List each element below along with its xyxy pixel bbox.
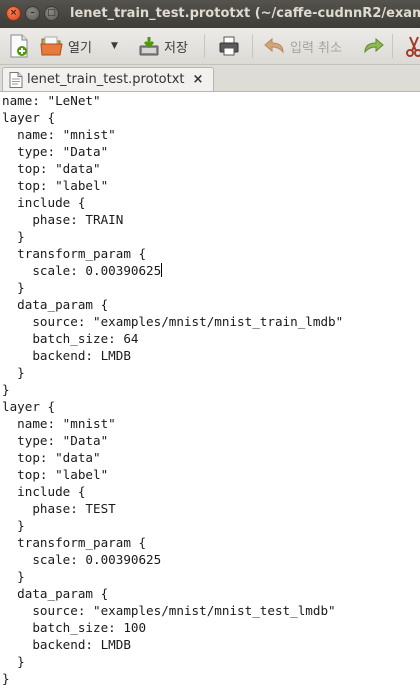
code-line[interactable]: batch_size: 100 — [2, 619, 420, 636]
minimize-window-button[interactable]: – — [25, 6, 40, 21]
code-line[interactable]: name: "mnist" — [2, 126, 420, 143]
code-line[interactable]: type: "Data" — [2, 432, 420, 449]
code-line[interactable]: } — [2, 517, 420, 534]
tab-strip: lenet_train_test.prototxt × — [0, 65, 420, 92]
code-line[interactable]: top: "label" — [2, 466, 420, 483]
code-line[interactable]: } — [2, 653, 420, 670]
code-line[interactable]: include { — [2, 483, 420, 500]
code-line[interactable]: } — [2, 279, 420, 296]
code-line[interactable]: } — [2, 228, 420, 245]
tab-label: lenet_train_test.prototxt — [27, 72, 185, 87]
code-line[interactable]: data_param { — [2, 585, 420, 602]
undo-label: 입력 취소 — [290, 40, 342, 56]
code-line[interactable]: top: "label" — [2, 177, 420, 194]
save-button[interactable]: 저장 — [138, 34, 188, 58]
maximize-window-button[interactable]: □ — [44, 6, 59, 21]
text-file-icon — [9, 71, 23, 88]
code-line[interactable]: name: "mnist" — [2, 415, 420, 432]
code-line[interactable]: } — [2, 670, 420, 685]
code-line[interactable]: backend: LMDB — [2, 347, 420, 364]
tab-lenet-train-test[interactable]: lenet_train_test.prototxt × — [2, 67, 214, 91]
code-line[interactable]: phase: TRAIN — [2, 211, 420, 228]
code-line[interactable]: type: "Data" — [2, 143, 420, 160]
code-line[interactable]: } — [2, 364, 420, 381]
printer-icon — [219, 36, 239, 56]
print-button[interactable] — [218, 34, 240, 58]
code-content[interactable]: name: "LeNet" layer { name: "mnist" type:… — [0, 92, 420, 685]
text-editor[interactable]: name: "LeNet" layer { name: "mnist" type:… — [0, 92, 420, 685]
new-document-icon — [10, 34, 28, 58]
close-window-button[interactable]: × — [6, 6, 21, 21]
code-line[interactable]: source: "examples/mnist/mnist_test_lmdb" — [2, 602, 420, 619]
code-line[interactable]: layer { — [2, 109, 420, 126]
code-line[interactable]: backend: LMDB — [2, 636, 420, 653]
cut-button[interactable] — [404, 34, 420, 58]
toolbar: 열기 ▼ 저장 입력 취소 — [0, 28, 420, 65]
code-line[interactable]: transform_param { — [2, 245, 420, 262]
code-line[interactable]: top: "data" — [2, 160, 420, 177]
open-button[interactable]: 열기 — [40, 34, 92, 58]
new-document-button[interactable] — [8, 34, 30, 58]
code-line[interactable]: name: "LeNet" — [2, 92, 420, 109]
code-line[interactable]: } — [2, 568, 420, 585]
code-line[interactable]: include { — [2, 194, 420, 211]
code-line[interactable]: layer { — [2, 398, 420, 415]
code-line[interactable]: transform_param { — [2, 534, 420, 551]
code-line[interactable]: batch_size: 64 — [2, 330, 420, 347]
save-icon — [139, 37, 159, 56]
text-cursor — [161, 263, 163, 277]
code-line[interactable]: scale: 0.00390625 — [2, 262, 420, 279]
code-line[interactable]: } — [2, 381, 420, 398]
toolbar-separator — [204, 34, 205, 58]
save-label: 저장 — [164, 40, 188, 56]
open-label: 열기 — [68, 40, 92, 56]
window-titlebar[interactable]: × – □ lenet_train_test.prototxt (~/caffe… — [0, 0, 420, 28]
undo-arrow-icon — [264, 37, 284, 54]
code-line[interactable]: top: "data" — [2, 449, 420, 466]
redo-arrow-icon — [364, 37, 384, 54]
tab-close-icon[interactable]: × — [193, 72, 204, 87]
toolbar-separator — [252, 34, 253, 58]
open-recent-dropdown[interactable]: ▼ — [111, 34, 118, 58]
dropdown-arrow-icon: ▼ — [111, 41, 118, 51]
folder-open-icon — [40, 36, 63, 56]
code-line[interactable]: scale: 0.00390625 — [2, 551, 420, 568]
toolbar-separator — [392, 34, 393, 58]
redo-button[interactable] — [362, 34, 384, 58]
code-line[interactable]: phase: TEST — [2, 500, 420, 517]
scissors-icon — [406, 36, 420, 57]
code-line[interactable]: source: "examples/mnist/mnist_train_lmdb… — [2, 313, 420, 330]
code-line[interactable]: data_param { — [2, 296, 420, 313]
window-title: lenet_train_test.prototxt (~/caffe-cudnn… — [70, 6, 420, 21]
undo-button[interactable]: 입력 취소 — [264, 34, 342, 58]
